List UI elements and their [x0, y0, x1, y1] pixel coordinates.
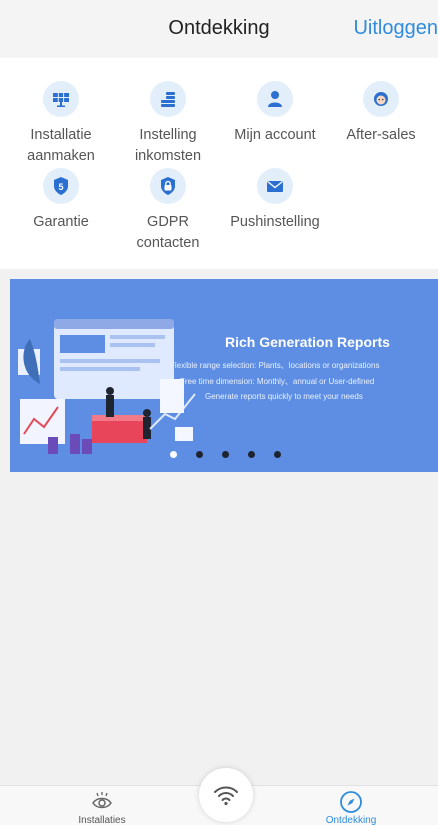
menu-item-label: Instelling inkomsten [134, 127, 202, 164]
menu-item-create-installation[interactable]: Installatie aanmaken [11, 81, 111, 167]
menu-item-label: Installatie aanmaken [27, 127, 95, 164]
carousel-dot[interactable] [196, 451, 203, 458]
menu-item-gdpr-contacts[interactable]: GDPR contacten [118, 168, 218, 254]
carousel-dot[interactable] [248, 451, 255, 458]
warranty-shield-icon: 5 [43, 168, 79, 204]
menu-item-warranty[interactable]: 5 Garantie [11, 168, 111, 233]
tab-installations[interactable]: Installaties [62, 790, 142, 825]
menu-item-my-account[interactable]: Mijn account [225, 81, 325, 146]
tab-label: Installaties [78, 815, 126, 825]
lock-shield-icon [150, 168, 186, 204]
menu-item-label: Pushinstelling [230, 214, 320, 230]
menu-item-income-settings[interactable]: Instelling inkomsten [118, 81, 218, 167]
wifi-icon [214, 786, 238, 806]
carousel-dot[interactable] [274, 451, 281, 458]
menu-item-label: After-sales [346, 127, 416, 143]
svg-text:5: 5 [58, 182, 63, 192]
banner-text-line: Free time dimension: Monthly、annual or U… [180, 377, 375, 386]
promo-banner[interactable]: Rich Generation Reports Flexible range s… [10, 279, 438, 472]
tab-label: Ontdekking [325, 815, 377, 825]
menu-item-push-settings[interactable]: Pushinstelling [225, 168, 325, 233]
user-icon [257, 81, 293, 117]
menu-item-label: Garantie [33, 214, 89, 230]
coins-icon [150, 81, 186, 117]
envelope-icon [257, 168, 293, 204]
carousel-dot[interactable] [170, 451, 177, 458]
carousel-dot[interactable] [222, 451, 229, 458]
compass-icon [339, 790, 363, 814]
solar-panel-icon [43, 81, 79, 117]
support-agent-icon [363, 81, 399, 117]
header-bar: Ontdekking Uitloggen [0, 0, 438, 58]
menu-item-label: Mijn account [234, 127, 316, 143]
logout-button[interactable]: Uitloggen [353, 17, 438, 40]
eye-icon [90, 790, 114, 814]
banner-text-line: Flexible range selection: Plants、locatio… [170, 361, 380, 370]
tab-discovery[interactable]: Ontdekking [311, 790, 391, 825]
wifi-config-button[interactable] [199, 768, 253, 822]
banner-title: Rich Generation Reports [225, 334, 390, 350]
menu-item-after-sales[interactable]: After-sales [331, 81, 431, 146]
menu-item-label: GDPR contacten [136, 214, 200, 251]
banner-text-line: Generate reports quickly to meet your ne… [205, 392, 363, 401]
feature-grid: Installatie aanmaken Instelling inkomste… [0, 58, 438, 269]
